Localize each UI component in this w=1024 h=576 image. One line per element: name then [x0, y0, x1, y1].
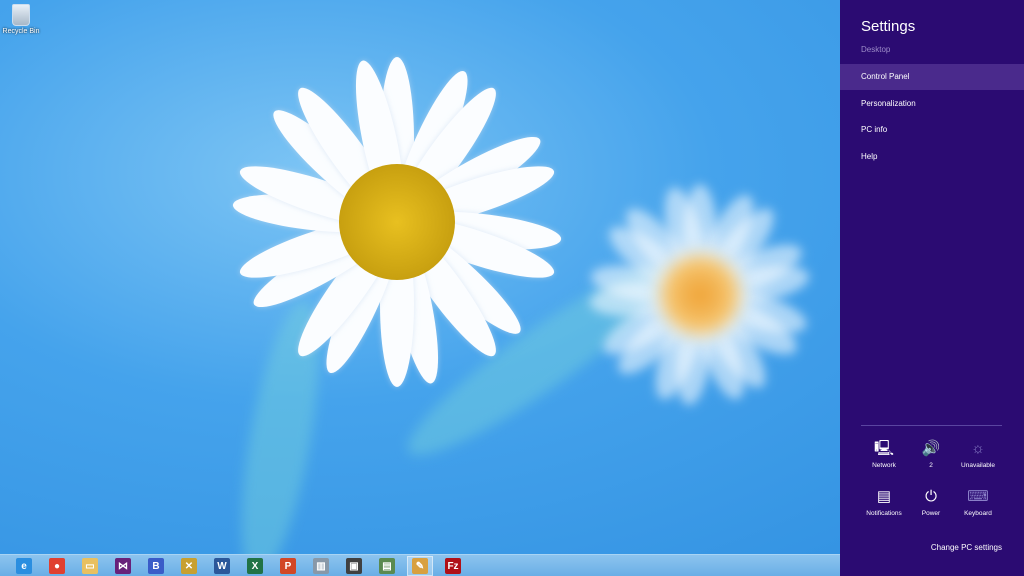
taskbar-tools[interactable]: ✕	[176, 556, 202, 576]
internet-explorer-icon: e	[16, 558, 32, 574]
visual-studio-icon: ⋈	[115, 558, 131, 574]
recycle-bin-icon[interactable]: Recycle Bin	[2, 4, 40, 35]
blend-icon: B	[148, 558, 164, 574]
quick-setting-notifications[interactable]: ▤ Notifications	[861, 488, 907, 517]
change-pc-settings-link[interactable]: Change PC settings	[931, 543, 1002, 552]
quick-setting-label: 2	[929, 462, 933, 469]
menu-pc-info[interactable]: PC info	[840, 117, 1024, 143]
filezilla-icon: Fz	[445, 558, 461, 574]
notepad-app-icon: ▤	[379, 558, 395, 574]
excel-icon: X	[247, 558, 263, 574]
taskbar-visual-studio[interactable]: ⋈	[110, 556, 136, 576]
taskbar-chrome[interactable]: ●	[44, 556, 70, 576]
taskbar-word[interactable]: W	[209, 556, 235, 576]
tools-icon: ✕	[181, 558, 197, 574]
taskbar-virtual-machines[interactable]: ▣	[341, 556, 367, 576]
taskbar-powerpoint[interactable]: P	[275, 556, 301, 576]
menu-control-panel[interactable]: Control Panel	[840, 64, 1024, 90]
taskbar-filezilla[interactable]: Fz	[440, 556, 466, 576]
quick-setting-label: Network	[872, 462, 896, 469]
network-icon: 🖳	[873, 440, 894, 457]
taskbar-file-explorer[interactable]: ▭	[77, 556, 103, 576]
taskbar-notepad-app[interactable]: ▤	[374, 556, 400, 576]
taskbar: e ● ▭ ⋈ B ✕ W X P ▥ ▣ ▤ ✎ Fz	[0, 554, 840, 576]
taskbar-server-app[interactable]: ▥	[308, 556, 334, 576]
quick-setting-keyboard[interactable]: ⌨ Keyboard	[955, 488, 1001, 517]
server-app-icon: ▥	[313, 558, 329, 574]
power-icon: ⏻	[925, 488, 937, 505]
settings-context: Desktop	[861, 45, 891, 54]
keyboard-icon: ⌨	[967, 488, 989, 505]
taskbar-paint-app[interactable]: ✎	[407, 556, 433, 576]
flower-center	[339, 164, 455, 280]
quick-setting-label: Keyboard	[964, 510, 992, 517]
taskbar-excel[interactable]: X	[242, 556, 268, 576]
taskbar-blend[interactable]: B	[143, 556, 169, 576]
menu-help[interactable]: Help	[840, 144, 1024, 170]
volume-icon: 🔊	[921, 440, 941, 457]
chrome-icon: ●	[49, 558, 65, 574]
divider	[861, 425, 1002, 426]
taskbar-internet-explorer[interactable]: e	[11, 556, 37, 576]
quick-setting-label: Power	[921, 510, 941, 517]
brightness-icon: ☼	[971, 440, 985, 457]
settings-title: Settings	[861, 18, 916, 35]
notifications-icon: ▤	[876, 488, 892, 505]
quick-setting-label: Notifications	[866, 510, 902, 517]
paint-app-icon: ✎	[412, 558, 428, 574]
desktop-wallpaper: Recycle Bin	[0, 0, 840, 554]
powerpoint-icon: P	[280, 558, 296, 574]
quick-setting-network[interactable]: 🖳 Network	[861, 440, 907, 469]
quick-setting-unavailable[interactable]: ☼ Unavailable	[955, 440, 1001, 469]
quick-setting-2[interactable]: 🔊 2	[908, 440, 954, 469]
virtual-machines-icon: ▣	[346, 558, 362, 574]
quick-setting-power[interactable]: ⏻ Power	[908, 488, 954, 517]
flower-center	[660, 255, 740, 335]
word-icon: W	[214, 558, 230, 574]
settings-charm: Settings Desktop Control Panel Personali…	[840, 0, 1024, 576]
recycle-bin-label: Recycle Bin	[2, 28, 40, 35]
quick-setting-label: Unavailable	[961, 462, 995, 469]
trash-icon	[12, 4, 30, 26]
menu-personalization[interactable]: Personalization	[840, 91, 1024, 117]
file-explorer-icon: ▭	[82, 558, 98, 574]
